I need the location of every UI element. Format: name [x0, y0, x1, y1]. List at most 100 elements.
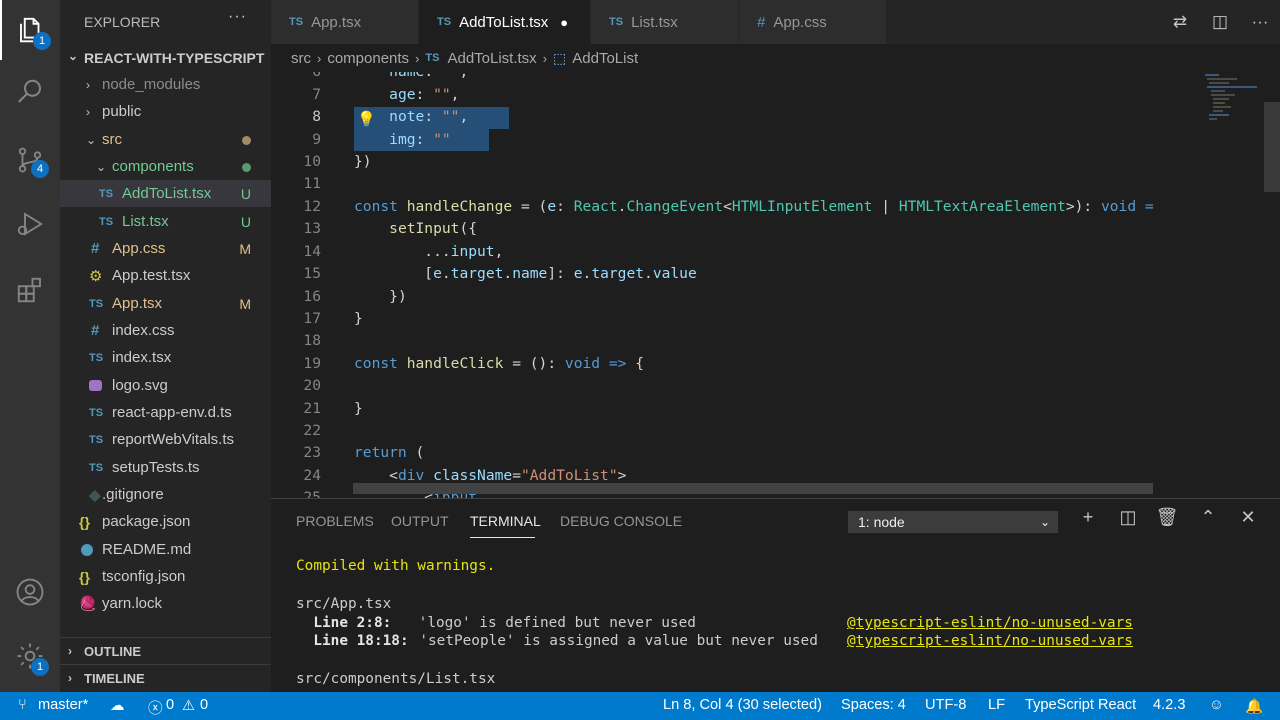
explorer-badge: 1 — [33, 32, 51, 50]
terminal-compiled-line: Compiled with warnings. — [296, 558, 496, 574]
chevron-down-icon: ⌄ — [1039, 515, 1050, 529]
tab-app-tsx[interactable]: TS App.tsx — [271, 0, 419, 44]
tree-item-index-css[interactable]: # index.css — [60, 317, 271, 344]
encoding[interactable]: UTF-8 — [925, 697, 966, 713]
tree-item-readme[interactable]: README.md — [60, 536, 271, 563]
tree-item-index-tsx[interactable]: TS index.tsx — [60, 344, 271, 371]
tab-debug-console[interactable]: DEBUG CONSOLE — [560, 513, 682, 529]
code-editor[interactable]: 💡 6 name: "", 7 age: "", 8 note: "", 9 i… — [271, 72, 1280, 498]
explorer-sidebar: EXPLORER ··· ⌄ REACT-WITH-TYPESCRIPT › n… — [60, 0, 271, 692]
settings-badge: 1 — [31, 658, 49, 676]
typescript-file-icon: TS — [89, 351, 104, 364]
more-actions-icon[interactable]: ··· — [228, 8, 247, 26]
code-line: 20 — [303, 377, 321, 394]
active-tab-underline — [470, 537, 535, 538]
cursor-position[interactable]: Ln 8, Col 4 (30 selected) — [663, 697, 822, 713]
unsaved-dot-icon[interactable]: ● — [560, 15, 568, 30]
more-actions-icon[interactable]: ··· — [1240, 12, 1280, 32]
tree-item-logo-svg[interactable]: logo.svg — [60, 372, 271, 399]
tree-item-report-web-vitals[interactable]: TS reportWebVitals.ts — [60, 426, 271, 453]
run-debug-icon[interactable] — [0, 194, 60, 254]
settings-gear-icon[interactable]: 1 — [0, 626, 60, 686]
css-file-icon: # — [91, 322, 100, 339]
source-control-icon[interactable]: 4 — [0, 130, 60, 190]
notifications-bell-icon[interactable]: 🔔 — [1245, 697, 1263, 715]
chevron-right-icon: › — [68, 671, 72, 685]
typescript-file-icon: TS — [437, 16, 452, 28]
warning-count[interactable]: 0 — [200, 697, 208, 713]
branch-icon[interactable]: ⑂ — [18, 697, 27, 713]
vertical-scrollbar[interactable] — [1264, 102, 1280, 192]
indentation[interactable]: Spaces: 4 — [841, 697, 906, 713]
breadcrumb-src[interactable]: src — [291, 50, 311, 67]
tab-list-tsx[interactable]: TS List.tsx — [591, 0, 739, 44]
kill-terminal-icon[interactable]: 🗑 — [1152, 507, 1182, 528]
terminal-warning-rule[interactable]: @typescript-eslint/no-unused-vars — [847, 633, 1133, 649]
breadcrumb-symbol[interactable]: AddToList — [572, 50, 638, 67]
tree-item-public[interactable]: › public — [60, 98, 271, 125]
ts-version[interactable]: 4.2.3 — [1153, 697, 1185, 713]
symbol-box-icon: ⬚ — [553, 49, 567, 66]
tree-item-app-tsx[interactable]: TS App.tsx M — [60, 290, 271, 317]
untracked-dot-icon — [242, 159, 251, 175]
tree-item-app-test[interactable]: ⚙ App.test.tsx — [60, 262, 271, 289]
tab-app-css[interactable]: # App.css — [739, 0, 887, 44]
error-count[interactable]: 0 — [166, 697, 174, 713]
git-status-badge: U — [240, 185, 251, 202]
tree-item-react-app-env[interactable]: TS react-app-env.d.ts — [60, 399, 271, 426]
open-changes-icon[interactable]: ⇄ — [1160, 12, 1200, 32]
tab-output[interactable]: OUTPUT — [391, 513, 449, 529]
chevron-right-icon: › — [317, 50, 322, 66]
tree-item-node-modules[interactable]: › node_modules — [60, 71, 271, 98]
tree-item-addtolist[interactable]: TS AddToList.tsx U — [60, 180, 271, 207]
tree-item-list[interactable]: TS List.tsx U — [60, 208, 271, 235]
horizontal-scrollbar[interactable] — [353, 483, 1153, 494]
status-bar: ⑂ master* ☁ ⓧ 0 ⚠ 0 Ln 8, Col 4 (30 sele… — [0, 692, 1280, 720]
outline-section[interactable]: › OUTLINE — [60, 637, 271, 664]
chevron-down-icon: ⌄ — [68, 49, 79, 63]
end-of-line[interactable]: LF — [988, 697, 1005, 713]
tree-item-app-css[interactable]: # App.css M — [60, 235, 271, 262]
git-branch[interactable]: master* — [38, 697, 88, 713]
breadcrumb: src › components › TS AddToList.tsx › ⬚ … — [271, 44, 1280, 72]
tree-item-package-json[interactable]: {} package.json — [60, 508, 271, 535]
tree-item-src[interactable]: ⌄ src — [60, 126, 271, 153]
code-line: 11 — [303, 175, 321, 192]
split-terminal-icon[interactable]: ◫ — [1113, 507, 1143, 528]
tree-item-gitignore[interactable]: ◆ .gitignore — [60, 481, 271, 508]
maximize-panel-icon[interactable]: ⌃ — [1193, 507, 1223, 528]
terminal-warning-msg: 'logo' is defined but never used — [384, 615, 696, 631]
typescript-file-icon: TS — [89, 461, 104, 474]
code-line: 7 age: "", — [312, 86, 460, 103]
terminal-select[interactable]: 1: node ⌄ — [848, 511, 1058, 533]
feedback-icon[interactable]: ☺ — [1209, 697, 1224, 713]
close-panel-icon[interactable]: ✕ — [1233, 507, 1263, 528]
search-icon[interactable] — [0, 62, 60, 122]
project-folder-header[interactable]: ⌄ REACT-WITH-TYPESCRIPT — [60, 44, 271, 70]
tree-item-components[interactable]: ⌄ components — [60, 153, 271, 180]
explorer-icon[interactable]: 1 — [0, 0, 60, 60]
css-file-icon: # — [91, 240, 100, 257]
breadcrumb-file[interactable]: AddToList.tsx — [447, 50, 536, 67]
tree-item-yarn-lock[interactable]: 🧶 yarn.lock — [60, 590, 271, 617]
tab-problems[interactable]: PROBLEMS — [296, 513, 374, 529]
terminal-warning-rule[interactable]: @typescript-eslint/no-unused-vars — [847, 615, 1133, 631]
typescript-file-icon: TS — [609, 16, 624, 28]
new-terminal-icon[interactable]: + — [1073, 507, 1103, 528]
timeline-section[interactable]: › TIMELINE — [60, 664, 271, 691]
warning-icon[interactable]: ⚠ — [182, 697, 195, 714]
tab-addtolist-tsx[interactable]: TS AddToList.tsx ● — [419, 0, 591, 44]
tab-terminal[interactable]: TERMINAL — [470, 513, 541, 529]
tree-item-setup-tests[interactable]: TS setupTests.ts — [60, 454, 271, 481]
sync-icon[interactable]: ☁ — [110, 697, 125, 714]
breadcrumb-components[interactable]: components — [327, 50, 409, 67]
bottom-panel: PROBLEMS OUTPUT TERMINAL DEBUG CONSOLE 1… — [271, 498, 1280, 692]
tree-item-tsconfig[interactable]: {} tsconfig.json — [60, 563, 271, 590]
split-editor-icon[interactable]: ◫ — [1200, 12, 1240, 32]
extensions-icon[interactable] — [0, 260, 60, 320]
language-mode[interactable]: TypeScript React — [1025, 697, 1136, 713]
accounts-icon[interactable] — [0, 562, 60, 622]
error-icon[interactable]: ⓧ — [148, 697, 163, 718]
minimap[interactable] — [1203, 72, 1263, 142]
tree-item-label: tsconfig.json — [102, 568, 186, 585]
